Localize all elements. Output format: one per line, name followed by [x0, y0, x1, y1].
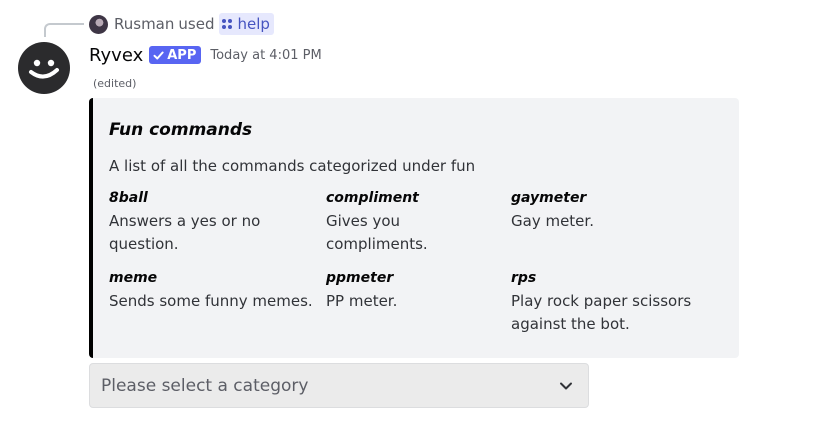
embed-field: ppmeter PP meter. — [326, 268, 506, 313]
reply-user-avatar[interactable] — [89, 14, 108, 34]
app-badge-label: APP — [167, 47, 197, 63]
embed-title: Fun commands — [109, 120, 253, 140]
reply-connector-line — [44, 23, 84, 37]
embed-field-value: Gives you compliments. — [326, 212, 428, 253]
chevron-down-icon — [560, 382, 572, 390]
command-mention[interactable]: help — [219, 13, 274, 35]
embed-field-name: ppmeter — [326, 270, 394, 286]
embed-field-value: Gay meter. — [511, 212, 594, 230]
message-header: Ryvex APP Today at 4:01 PM — [89, 42, 322, 68]
smiley-face-icon — [29, 59, 59, 79]
embed-field-name: 8ball — [109, 190, 148, 206]
embed-field-name: rps — [511, 270, 537, 286]
command-name: help — [237, 15, 270, 33]
embed: Fun commands A list of all the commands … — [89, 98, 739, 358]
app-badge: APP — [149, 46, 202, 64]
select-placeholder: Please select a category — [101, 376, 309, 396]
embed-description: A list of all the commands categorized u… — [109, 157, 476, 175]
bot-avatar[interactable] — [18, 42, 70, 94]
embed-field-value: Sends some funny memes. — [109, 292, 313, 310]
embed-field-value: Answers a yes or no question. — [109, 212, 261, 253]
author-username[interactable]: Ryvex — [89, 45, 143, 66]
embed-field-name: meme — [109, 270, 158, 286]
reply-context: Rusman used help — [89, 12, 274, 36]
embed-field-value: Play rock paper scissors against the bot… — [511, 292, 692, 333]
embed-field-name: gaymeter — [511, 190, 587, 206]
edited-indicator: (edited) — [93, 77, 137, 90]
category-select[interactable]: Please select a category — [89, 363, 589, 408]
embed-field: gaymeter Gay meter. — [511, 188, 711, 233]
embed-field-value: PP meter. — [326, 292, 398, 310]
message-timestamp[interactable]: Today at 4:01 PM — [210, 48, 321, 63]
reply-action: used — [178, 15, 215, 33]
verified-check-icon — [153, 51, 164, 59]
embed-field: compliment Gives you compliments. — [326, 188, 506, 256]
embed-field: meme Sends some funny memes. — [109, 268, 319, 313]
embed-field: rps Play rock paper scissors against the… — [511, 268, 711, 336]
embed-field-name: compliment — [326, 190, 419, 206]
slash-command-icon — [222, 19, 233, 29]
reply-username[interactable]: Rusman — [114, 15, 174, 33]
embed-field: 8ball Answers a yes or no question. — [109, 188, 319, 256]
